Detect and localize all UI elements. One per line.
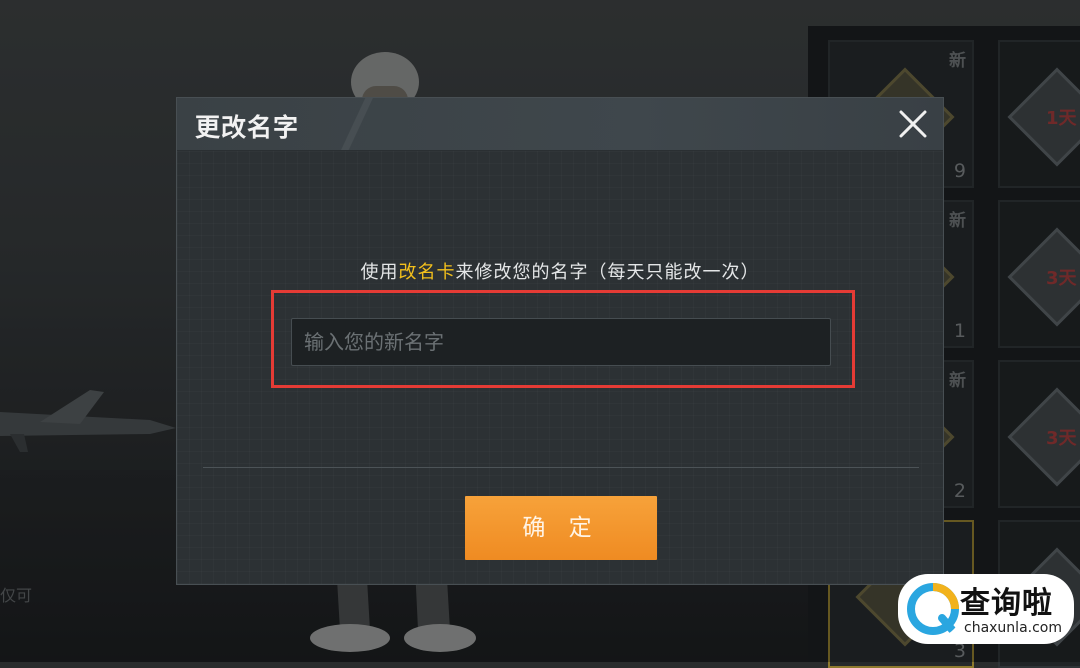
confirm-button[interactable]: 确 定 (465, 496, 657, 560)
instruction-suffix: 来修改您的名字（每天只能改一次） (455, 262, 760, 283)
dialog-header: 更改名字 (177, 98, 943, 151)
watermark-url: chaxunla.com (964, 620, 1062, 636)
dialog-title: 更改名字 (195, 113, 300, 142)
instruction-prefix: 使用 (360, 262, 399, 283)
search-logo-icon (907, 583, 959, 636)
rename-card-link: 改名卡 (398, 262, 456, 283)
site-watermark: 查询啦 chaxunla.com (898, 574, 1074, 644)
close-button[interactable] (893, 104, 933, 144)
annotation-highlight-box (271, 290, 855, 388)
rename-instruction: 使用改名卡来修改您的名字（每天只能改一次） (177, 258, 943, 284)
divider (203, 467, 919, 468)
close-icon (899, 110, 927, 138)
watermark-title: 查询啦 (960, 586, 1053, 621)
rename-dialog: 更改名字 使用改名卡来修改您的名字（每天只能改一次） 确 定 (176, 97, 944, 585)
